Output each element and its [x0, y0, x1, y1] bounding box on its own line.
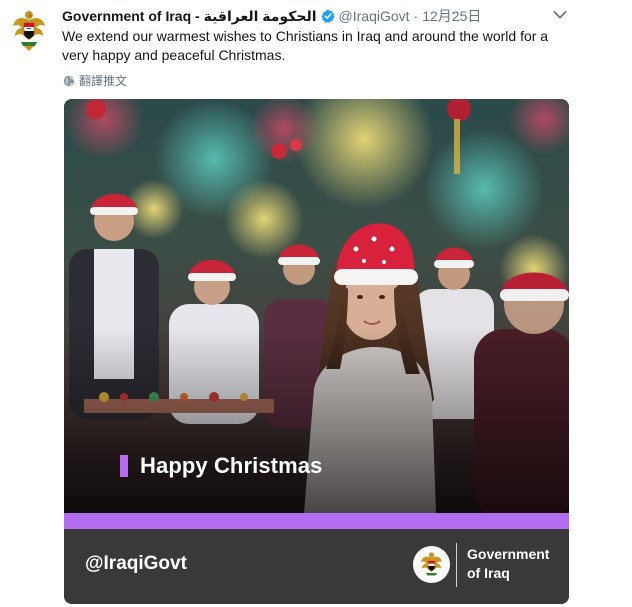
- tweet: Government of Iraq - الحكومة العراقية @I…: [0, 0, 632, 607]
- image-caption: Happy Christmas: [120, 453, 322, 479]
- tweet-image[interactable]: Happy Christmas @IraqiGovt Government of…: [64, 99, 569, 604]
- timestamp[interactable]: 12月25日: [422, 6, 481, 26]
- footer-org-name: Government of Iraq: [467, 545, 549, 583]
- accent-strip: [64, 513, 569, 529]
- footer-handle: @IraqiGovt: [85, 553, 187, 574]
- translate-tweet-link[interactable]: 翻譯推文: [63, 72, 127, 89]
- avatar[interactable]: [11, 6, 47, 52]
- tweet-header: Government of Iraq - الحكومة العراقية @I…: [62, 6, 481, 26]
- image-footer: @IraqiGovt Government of Iraq: [64, 529, 569, 604]
- verified-badge-icon: [320, 9, 335, 23]
- tweet-text: We extend our warmest wishes to Christia…: [62, 28, 549, 63]
- iraq-emblem-icon: [421, 552, 442, 576]
- display-name[interactable]: Government of Iraq - الحكومة العراقية: [62, 8, 317, 25]
- iraq-emblem-logo: [413, 546, 450, 583]
- iraq-emblem-icon: [13, 11, 45, 51]
- separator: ·: [413, 8, 419, 24]
- caption-accent-bar: [120, 455, 128, 477]
- footer-divider: [456, 543, 457, 587]
- globe-icon: [63, 75, 75, 86]
- footer-org-name-line2: of Iraq: [467, 565, 510, 581]
- footer-org-name-line1: Government: [467, 546, 550, 562]
- christmas-photo: [64, 99, 569, 513]
- translate-label: 翻譯推文: [79, 74, 128, 88]
- handle[interactable]: @IraqiGovt: [339, 8, 410, 24]
- caption-text: Happy Christmas: [140, 453, 323, 478]
- chevron-down-icon[interactable]: [553, 10, 567, 20]
